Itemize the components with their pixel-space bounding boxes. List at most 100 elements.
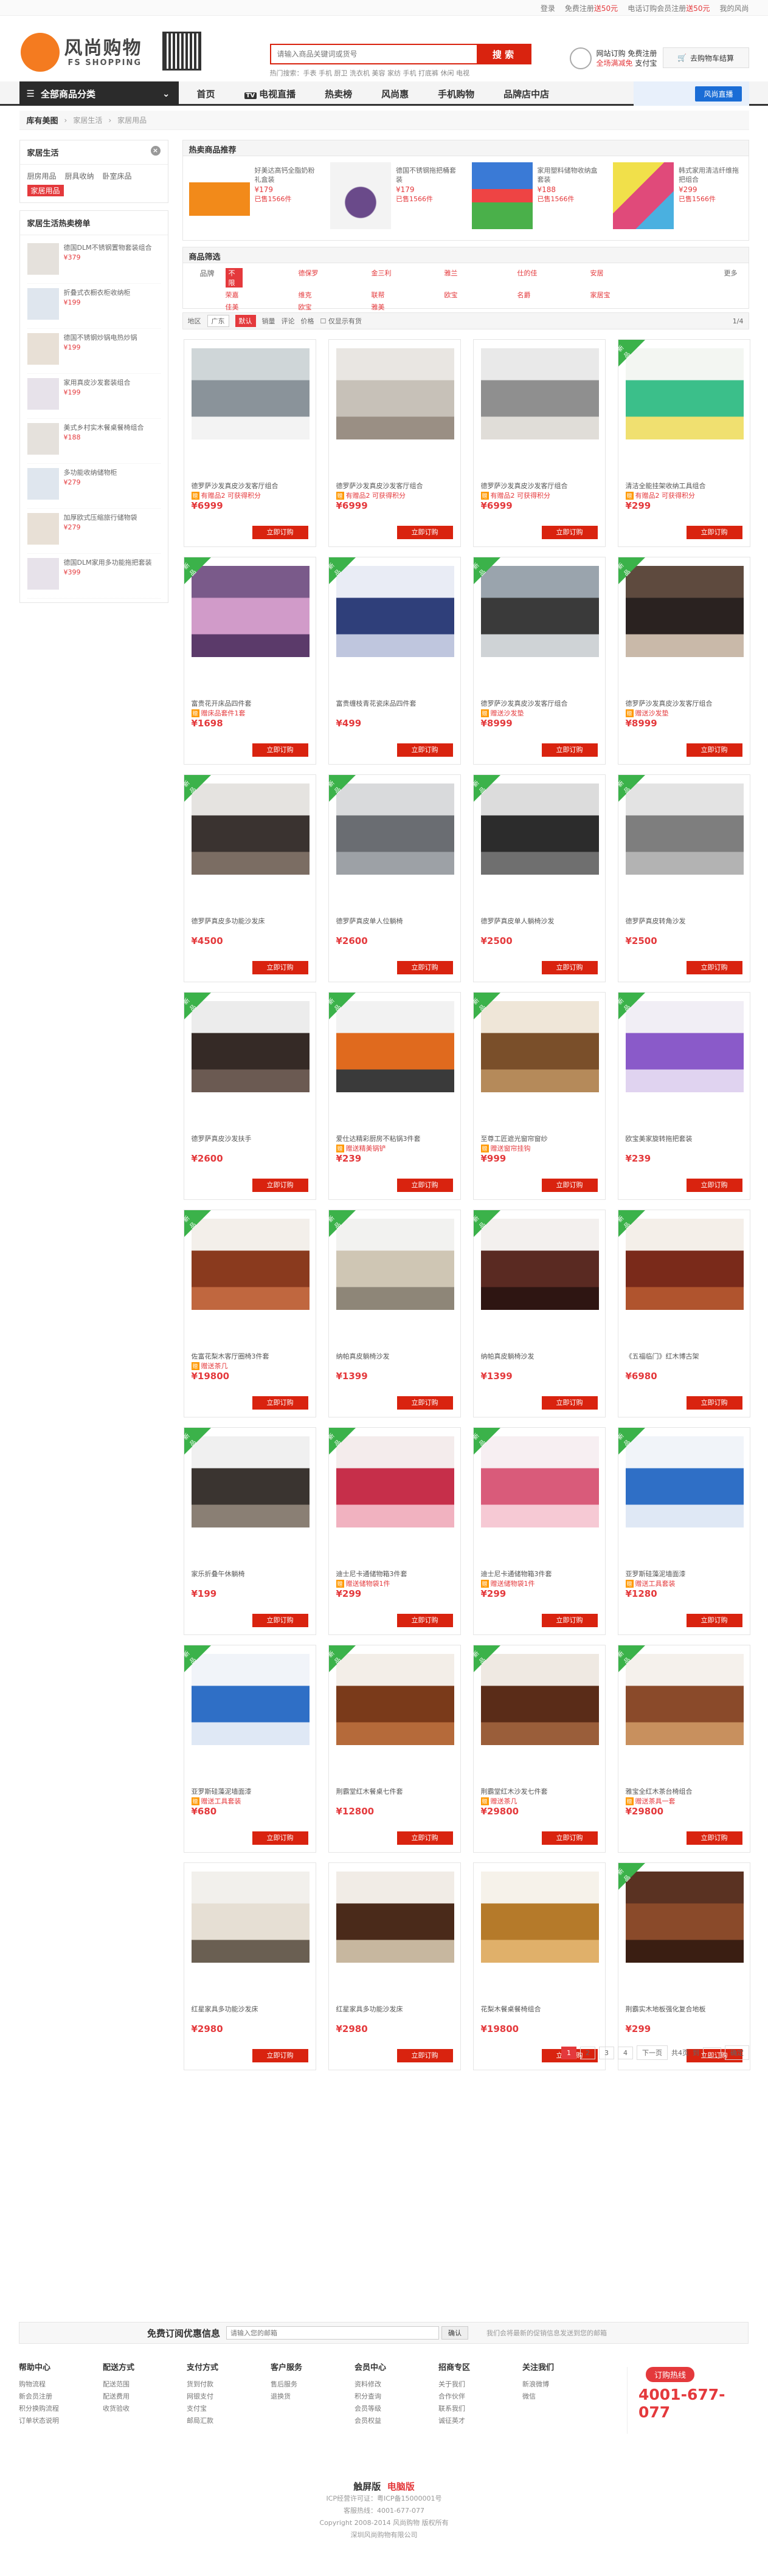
product-name[interactable]: 德罗萨沙发真皮沙发客厅组合: [481, 698, 599, 708]
product-name[interactable]: 清洁全能挂架收纳工具组合: [626, 481, 744, 491]
footer-link[interactable]: 资料修改: [355, 2378, 438, 2391]
recommend-item[interactable]: 好美达高钙全脂奶粉礼盒装 ¥179 已售1566件: [183, 162, 325, 229]
product-card[interactable]: 德罗萨沙发真皮沙发客厅组合赠有赠品2 可获得积分 ¥6999 立即订购: [328, 339, 461, 547]
in-stock-checkbox[interactable]: ☐ 仅显示有货: [320, 316, 362, 326]
email-field[interactable]: [226, 2326, 440, 2340]
product-card[interactable]: 新品 至尊工匠遮光窗帘窗纱赠赠送窗帘挂钩 ¥999 立即订购: [471, 992, 606, 1200]
recommend-item[interactable]: 德国不锈钢拖把桶套装 ¥179 已售1566件: [324, 162, 466, 229]
live-banner[interactable]: 风尚直播: [633, 81, 749, 106]
product-image[interactable]: [336, 1872, 454, 1963]
order-now-button[interactable]: 立即订购: [396, 1179, 453, 1192]
login-link[interactable]: 登录: [541, 3, 555, 13]
product-card[interactable]: 新品 亚罗斯硅藻泥墙面漆赠赠送工具套装 ¥1280 立即订购: [616, 1427, 750, 1635]
close-icon[interactable]: ×: [150, 146, 161, 156]
product-image[interactable]: [480, 1872, 599, 1963]
product-card[interactable]: 新品 纳帕真皮躺椅沙发 ¥1399 立即订购: [471, 1210, 606, 1417]
brand-option[interactable]: 欧宝: [299, 302, 372, 312]
order-now-button[interactable]: 立即订购: [252, 1179, 308, 1192]
product-card[interactable]: 新品 德罗萨真皮转角沙发 ¥2500 立即订购: [616, 774, 750, 982]
nav-tv-live[interactable]: TV 电视直播: [244, 88, 296, 100]
product-card[interactable]: 新品 迪士尼卡通储物箱3件套赠赠送储物袋1件 ¥299 立即订购: [327, 1427, 461, 1635]
all-categories-menu[interactable]: ☰ 全部商品分类 ⌄: [19, 81, 179, 106]
page-1[interactable]: 1: [561, 2046, 576, 2059]
product-card[interactable]: 新品 雅宝全红木茶台椅组合赠赠送茶具一套 ¥29800 立即订购: [616, 1645, 750, 1853]
brand-option[interactable]: 欧宝: [445, 290, 517, 300]
footer-link[interactable]: 收货验收: [103, 2403, 187, 2415]
product-name[interactable]: 亚罗斯硅藻泥墙面漆: [192, 1786, 310, 1796]
product-card[interactable]: 新品 德罗萨真皮单人位躺椅 ¥2600 立即订购: [327, 774, 461, 982]
sort-default[interactable]: 默认: [235, 315, 256, 327]
order-now-button[interactable]: 立即订购: [396, 743, 453, 757]
order-now-button[interactable]: 立即订购: [252, 743, 308, 757]
footer-link[interactable]: 配送范围: [103, 2378, 187, 2391]
page-input[interactable]: [703, 2047, 721, 2058]
order-now-button[interactable]: 立即订购: [541, 1831, 598, 1845]
nav-home[interactable]: 首页: [197, 88, 215, 100]
recommend-item[interactable]: 家用塑料储物收纳盒套装 ¥188 已售1566件: [466, 162, 607, 229]
product-name[interactable]: 家乐折叠午休躺椅: [192, 1569, 310, 1579]
product-image[interactable]: [480, 348, 599, 439]
product-name[interactable]: 迪士尼卡通储物箱3件套: [481, 1569, 599, 1579]
product-name[interactable]: 纳帕真皮躺椅沙发: [336, 1351, 454, 1361]
product-card[interactable]: 新品 德罗萨真皮单人躺椅沙发 ¥2500 立即订购: [471, 774, 606, 982]
order-now-button[interactable]: 立即订购: [396, 1614, 453, 1627]
product-card[interactable]: 新品 佐富花梨木客厅圈椅3件套赠赠送茶几 ¥19800 立即订购: [182, 1210, 316, 1417]
brand-option[interactable]: 联帮: [372, 290, 445, 300]
page-4[interactable]: 4: [618, 2046, 633, 2059]
product-name[interactable]: 德罗萨真皮单人躺椅沙发: [481, 916, 599, 926]
order-now-button[interactable]: 立即订购: [396, 1831, 453, 1845]
brand-option[interactable]: 雅美: [372, 302, 445, 312]
brand-option[interactable]: 雅兰: [445, 268, 517, 288]
side-hot-item[interactable]: 美式乡村实木餐桌餐椅组合 ¥188: [27, 419, 161, 464]
side-hot-item[interactable]: 德国DLM家用多功能拖把套装 ¥399: [27, 554, 161, 599]
product-card[interactable]: 新品 纳帕真皮躺椅沙发 ¥1399 立即订购: [327, 1210, 461, 1417]
footer-link[interactable]: 邮局汇款: [187, 2415, 271, 2427]
footer-link[interactable]: 新会员注册: [19, 2391, 103, 2403]
product-card[interactable]: 新品 荆霸堂红木沙发七件套赠赠送茶几 ¥29800 立即订购: [471, 1645, 606, 1853]
side-hot-item[interactable]: 多功能收纳储物柜 ¥279: [27, 464, 161, 509]
sort-sales[interactable]: 销量: [262, 316, 275, 326]
order-now-button[interactable]: 立即订购: [686, 1179, 742, 1192]
product-card[interactable]: 新品 家乐折叠午休躺椅 ¥199 立即订购: [182, 1427, 316, 1635]
product-card[interactable]: 新品 爱仕达精彩厨房不粘锅3件套赠赠送精美锅铲 ¥239 立即订购: [327, 992, 461, 1200]
product-image[interactable]: [336, 348, 454, 439]
order-now-button[interactable]: 立即订购: [252, 1396, 308, 1410]
product-name[interactable]: 德罗萨真皮转角沙发: [626, 916, 744, 926]
product-name[interactable]: 德罗萨沙发真皮沙发客厅组合: [336, 481, 454, 491]
order-now-button[interactable]: 立即订购: [541, 961, 598, 974]
product-image[interactable]: [191, 1872, 310, 1963]
footer-link[interactable]: 诚征英才: [438, 2415, 522, 2427]
footer-link[interactable]: 购物流程: [19, 2378, 103, 2391]
product-name[interactable]: 亚罗斯硅藻泥墙面漆: [626, 1569, 744, 1579]
product-name[interactable]: 迪士尼卡通储物箱3件套: [336, 1569, 454, 1579]
footer-link[interactable]: 订单状态说明: [19, 2415, 103, 2427]
product-name[interactable]: 欧宝美家旋转拖把套装: [626, 1134, 744, 1143]
product-card[interactable]: 新品 《五福临门》红木博古架 ¥6980 立即订购: [616, 1210, 750, 1417]
touch-version-link[interactable]: 触屏版: [353, 2481, 381, 2492]
footer-link[interactable]: 售后服务: [271, 2378, 355, 2391]
order-now-button[interactable]: 立即订购: [252, 1614, 308, 1627]
order-now-button[interactable]: 立即订购: [541, 1179, 598, 1192]
side-hot-item[interactable]: 家用真皮沙发套装组合 ¥199: [27, 374, 161, 419]
nav-mobile-shopping[interactable]: 手机购物: [438, 88, 474, 100]
product-name[interactable]: 红星家具多功能沙发床: [192, 2004, 310, 2014]
footer-link[interactable]: 联系我们: [438, 2403, 522, 2415]
order-now-button[interactable]: 立即订购: [541, 743, 598, 757]
brand-option[interactable]: 安居: [590, 268, 663, 288]
order-now-button[interactable]: 立即订购: [252, 2049, 308, 2062]
product-name[interactable]: 德罗萨真皮沙发扶手: [192, 1134, 310, 1143]
recommend-item[interactable]: 韩式家用清洁纤维拖把组合 ¥299 已售1566件: [607, 162, 749, 229]
order-now-button[interactable]: 立即订购: [686, 743, 742, 757]
brand-option[interactable]: 维克: [299, 290, 372, 300]
side-hot-item[interactable]: 折叠式衣橱衣柜收纳柜 ¥199: [27, 284, 161, 329]
brand-option[interactable]: 金三利: [372, 268, 445, 288]
order-now-button[interactable]: 立即订购: [252, 961, 308, 974]
order-now-button[interactable]: 立即订购: [686, 1396, 742, 1410]
category-tag[interactable]: 厨具收纳: [65, 171, 94, 181]
product-card[interactable]: 新品 富贵花开床品四件套赠赠床品套件1套 ¥1698 立即订购: [182, 557, 316, 765]
order-now-button[interactable]: 立即订购: [396, 526, 453, 539]
category-tag[interactable]: 厨房用品: [27, 171, 57, 181]
footer-link[interactable]: 积分查询: [355, 2391, 438, 2403]
brand-option[interactable]: 德保罗: [299, 268, 372, 288]
product-card[interactable]: 新品 德罗萨沙发真皮沙发客厅组合赠赠送沙发垫 ¥8999 立即订购: [616, 557, 750, 765]
